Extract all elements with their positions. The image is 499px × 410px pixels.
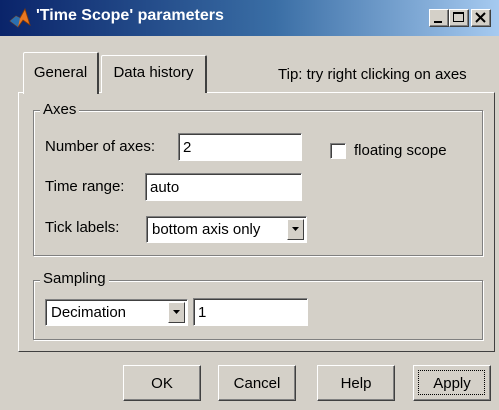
close-icon xyxy=(475,12,486,23)
minimize-icon xyxy=(434,21,442,23)
tick-labels-select[interactable]: bottom axis only xyxy=(146,216,307,243)
help-button[interactable]: Help xyxy=(317,365,395,401)
floating-scope-checkbox[interactable] xyxy=(330,143,346,159)
maximize-button[interactable] xyxy=(449,9,469,27)
tick-labels-label: Tick labels: xyxy=(45,219,120,236)
sampling-mode-value: Decimation xyxy=(51,304,127,321)
tab-data-history[interactable]: Data history xyxy=(101,55,207,93)
axes-group-title: Axes xyxy=(40,101,80,118)
title-bar[interactable]: 'Time Scope' parameters xyxy=(0,0,499,36)
number-of-axes-input[interactable]: 2 xyxy=(178,133,302,161)
ok-button[interactable]: OK xyxy=(123,365,201,401)
time-range-label: Time range: xyxy=(45,178,125,195)
matlab-icon xyxy=(9,7,31,28)
chevron-down-icon xyxy=(292,227,299,231)
tick-labels-value: bottom axis only xyxy=(152,221,261,238)
sampling-mode-dropdown-button[interactable] xyxy=(168,302,185,323)
time-range-input[interactable]: auto xyxy=(145,173,302,201)
apply-button[interactable]: Apply xyxy=(413,365,491,401)
minimize-button[interactable] xyxy=(429,9,449,27)
sampling-mode-select[interactable]: Decimation xyxy=(45,299,188,326)
window-title: 'Time Scope' parameters xyxy=(36,7,224,24)
cancel-button[interactable]: Cancel xyxy=(218,365,296,401)
tip-text: Tip: try right clicking on axes xyxy=(278,66,467,83)
chevron-down-icon xyxy=(173,310,180,314)
dialog-window: 'Time Scope' parameters Data history Gen… xyxy=(0,0,499,410)
number-of-axes-label: Number of axes: xyxy=(45,138,156,155)
sampling-group-title: Sampling xyxy=(40,270,109,287)
sampling-factor-input[interactable]: 1 xyxy=(193,298,308,326)
apply-focus-ring xyxy=(418,370,485,395)
floating-scope-label: floating scope xyxy=(354,142,447,159)
close-button[interactable] xyxy=(471,9,491,27)
tab-general[interactable]: General xyxy=(23,52,99,94)
tick-labels-dropdown-button[interactable] xyxy=(287,219,304,240)
maximize-icon xyxy=(453,12,464,22)
